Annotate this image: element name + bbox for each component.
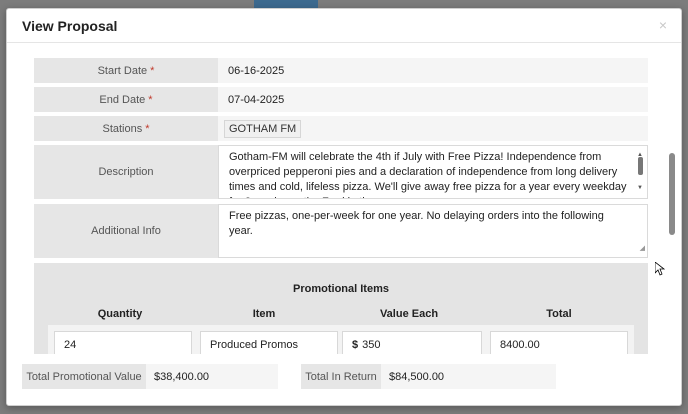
total-promotional-value-label: Total Promotional Value — [22, 364, 146, 389]
scroll-thumb[interactable] — [638, 157, 643, 175]
dialog-title: View Proposal — [22, 18, 118, 34]
view-proposal-dialog: View Proposal × Start Date * 06-16-2025 E… — [6, 8, 682, 406]
additional-info-textarea[interactable]: Free pizzas, one-per-week for one year. … — [218, 204, 648, 258]
required-marker: * — [145, 122, 150, 135]
background-header-accent — [254, 0, 318, 8]
quantity-field[interactable]: 24 — [54, 331, 192, 354]
dialog-scrollbar[interactable] — [669, 53, 675, 353]
column-header-total: Total — [546, 308, 572, 320]
total-field[interactable]: 8400.00 — [490, 331, 628, 354]
description-label: Description — [34, 145, 218, 199]
stations-value: GOTHAM FM — [218, 116, 648, 141]
start-date-value: 06-16-2025 — [218, 58, 648, 83]
dialog-body[interactable]: Start Date * 06-16-2025 End Date * 07-04-2… — [7, 44, 683, 354]
start-date-row: Start Date * 06-16-2025 — [34, 58, 648, 83]
total-in-return-value: $84,500.00 — [381, 364, 556, 389]
additional-info-label: Additional Info — [34, 204, 218, 258]
total-in-return-label: Total In Return — [301, 364, 381, 389]
station-tag: GOTHAM FM — [224, 119, 302, 138]
end-date-row: End Date * 07-04-2025 — [34, 87, 648, 112]
value-each-text: 350 — [362, 339, 381, 351]
description-textarea[interactable]: Gotham-FM will celebrate the 4th if July… — [218, 145, 648, 199]
start-date-label: Start Date * — [34, 58, 218, 83]
dialog-header: View Proposal × — [7, 9, 681, 43]
dialog-footer: Total Promotional Value $38,400.00 Total… — [7, 356, 681, 406]
promotional-items-section: Promotional Items Quantity Item Value Ea… — [34, 263, 648, 354]
end-date-label: End Date * — [34, 87, 218, 112]
description-text: Gotham-FM will celebrate the 4th if July… — [229, 151, 627, 198]
additional-info-row: Additional Info Free pizzas, one-per-wee… — [34, 204, 648, 258]
total-promotional-value: $38,400.00 — [146, 364, 278, 389]
column-header-quantity: Quantity — [97, 308, 143, 320]
column-header-value-each: Value Each — [379, 308, 439, 320]
value-each-field[interactable]: $ 350 — [342, 331, 482, 354]
description-row: Description Gotham-FM will celebrate the… — [34, 145, 648, 199]
close-icon[interactable]: × — [659, 17, 667, 33]
stations-label: Stations * — [34, 116, 218, 141]
required-marker: * — [148, 93, 153, 106]
column-header-item: Item — [252, 308, 276, 320]
stations-row: Stations * GOTHAM FM — [34, 116, 648, 141]
additional-info-text: Free pizzas, one-per-week for one year. … — [229, 210, 604, 237]
required-marker: * — [150, 64, 155, 77]
currency-symbol: $ — [352, 339, 359, 351]
resize-handle-icon[interactable]: ◢ — [640, 241, 645, 256]
description-scrollbar[interactable]: ▲ ▼ — [636, 148, 645, 196]
promotional-items-title: Promotional Items — [293, 283, 389, 295]
item-field[interactable]: Produced Promos — [200, 331, 338, 354]
mouse-pointer-icon — [655, 262, 665, 276]
dialog-scroll-thumb[interactable] — [669, 153, 675, 235]
scroll-down-icon[interactable]: ▼ — [637, 181, 643, 196]
end-date-value: 07-04-2025 — [218, 87, 648, 112]
